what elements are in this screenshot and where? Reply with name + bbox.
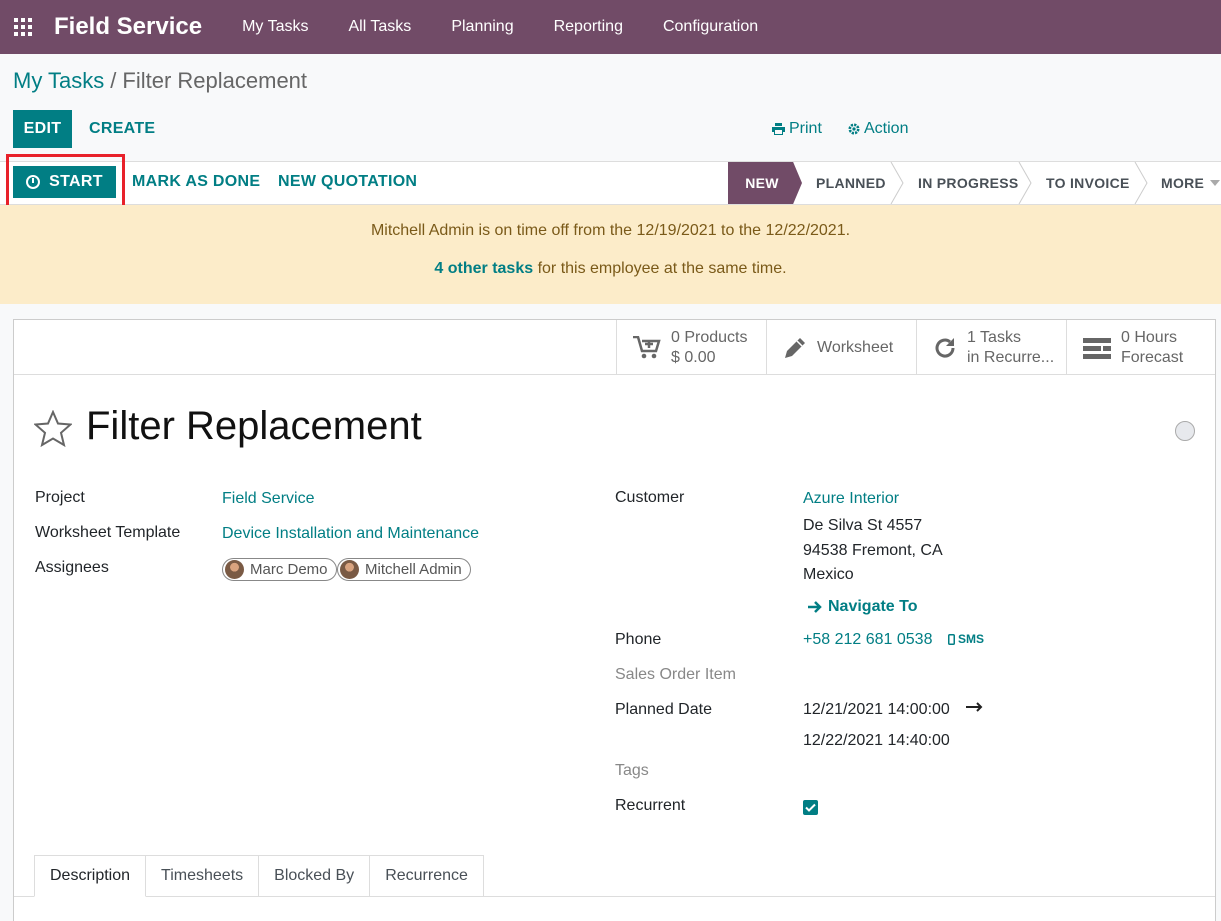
nav-reporting[interactable]: Reporting (534, 0, 643, 54)
customer-address-line: 94538 Fremont, CA (803, 542, 943, 559)
alert-other-tasks: 4 other tasks for this employee at the s… (0, 260, 1221, 278)
breadcrumb-current: Filter Replacement (122, 68, 308, 93)
cart-plus-icon (633, 335, 661, 358)
breadcrumb-parent[interactable]: My Tasks (13, 68, 104, 93)
stage-separator (1018, 161, 1032, 205)
stage-more-dropdown[interactable]: MORE (1161, 162, 1221, 204)
avatar (225, 560, 244, 579)
alert-other-tasks-text: for this employee at the same time. (533, 260, 787, 277)
planned-date-end[interactable]: 12/22/2021 14:40:00 (803, 732, 950, 750)
print-icon (772, 123, 785, 135)
print-label: Print (789, 120, 822, 137)
recurrent-checkbox[interactable] (803, 800, 818, 815)
assignee-name: Mitchell Admin (365, 561, 462, 578)
phone-label: Phone (615, 631, 662, 648)
star-icon[interactable] (34, 410, 72, 448)
stage-separator (1134, 161, 1148, 205)
project-label: Project (35, 489, 85, 506)
sales-order-item-label: Sales Order Item (615, 666, 736, 683)
stage-to-invoice[interactable]: TO INVOICE (1046, 162, 1130, 204)
form-sheet: 0 Products $ 0.00 Worksheet 1 Tasks in Rec… (13, 319, 1216, 921)
task-title[interactable]: Filter Replacement (86, 404, 422, 449)
stage-planned[interactable]: PLANNED (816, 162, 886, 204)
assignee-tag[interactable]: Marc Demo (222, 558, 337, 581)
phone-value[interactable]: +58 212 681 0538 (803, 631, 932, 649)
smart-buttons-row: 0 Products $ 0.00 Worksheet 1 Tasks in Rec… (14, 320, 1215, 375)
worksheet-template-label: Worksheet Template (35, 524, 181, 541)
tab-description[interactable]: Description (34, 855, 147, 897)
assignee-tag[interactable]: Mitchell Admin (337, 558, 471, 581)
app-brand[interactable]: Field Service (54, 13, 202, 41)
tab-blocked-by[interactable]: Blocked By (259, 855, 371, 897)
nav-my-tasks[interactable]: My Tasks (222, 0, 328, 54)
tasks-list-icon (1083, 337, 1111, 359)
notebook-tabs: Description Timesheets Blocked By Recurr… (34, 855, 484, 897)
check-icon (805, 803, 816, 812)
nav-configuration[interactable]: Configuration (643, 0, 778, 54)
breadcrumb-separator: / (110, 68, 117, 93)
arrow-right-icon (808, 601, 822, 613)
products-count: 0 Products (671, 328, 748, 346)
assignees-label: Assignees (35, 559, 109, 576)
top-navbar: Field Service My Tasks All Tasks Plannin… (0, 0, 1221, 54)
assignee-name: Marc Demo (250, 561, 328, 578)
navigate-to-button[interactable]: Navigate To (808, 598, 918, 616)
mobile-icon (948, 633, 955, 645)
tasks-count: 1 Tasks (967, 328, 1021, 346)
project-value[interactable]: Field Service (222, 490, 314, 508)
navigate-label: Navigate To (828, 598, 918, 615)
planned-date-start[interactable]: 12/21/2021 14:00:00 (803, 701, 950, 719)
customer-address-line: De Silva St 4557 (803, 517, 923, 534)
stage-separator (890, 161, 904, 205)
other-tasks-link[interactable]: 4 other tasks (434, 260, 533, 277)
pencil-icon (785, 337, 805, 358)
new-quotation-button[interactable]: NEW QUOTATION (278, 166, 417, 198)
tasks-recurrence-smart-button[interactable]: 1 Tasks in Recurre... (916, 320, 1066, 375)
products-smart-button[interactable]: 0 Products $ 0.00 (616, 320, 766, 375)
sms-button[interactable]: SMS (948, 632, 984, 646)
hours-count: 0 Hours (1121, 328, 1178, 346)
tab-recurrence[interactable]: Recurrence (370, 855, 484, 897)
recurrent-label: Recurrent (615, 797, 686, 814)
time-off-alert: Mitchell Admin is on time off from the 1… (0, 205, 1221, 304)
customer-address-line: Mexico (803, 566, 854, 583)
apps-menu-icon[interactable] (0, 0, 46, 54)
hours-forecast-smart-button[interactable]: 0 Hours Forecast (1066, 320, 1216, 375)
planned-date-label: Planned Date (615, 701, 712, 718)
products-amount: $ 0.00 (671, 348, 716, 366)
nav-all-tasks[interactable]: All Tasks (328, 0, 431, 54)
stage-more-label: MORE (1161, 175, 1205, 191)
kanban-state-indicator[interactable] (1175, 421, 1195, 441)
sms-label: SMS (958, 632, 985, 646)
caret-down-icon (1210, 180, 1221, 186)
gear-icon (848, 123, 860, 135)
worksheet-smart-button[interactable]: Worksheet (766, 320, 916, 375)
tags-label: Tags (615, 762, 649, 779)
action-label: Action (864, 120, 909, 137)
tasks-sub: in Recurre... (967, 348, 1055, 366)
alert-time-off-text: Mitchell Admin is on time off from the 1… (370, 222, 851, 239)
breadcrumb: My Tasks / Filter Replacement (13, 68, 307, 94)
worksheet-label: Worksheet (817, 338, 894, 356)
tab-timesheets[interactable]: Timesheets (146, 855, 260, 897)
nav-planning[interactable]: Planning (431, 0, 533, 54)
action-button[interactable]: Action (848, 110, 908, 148)
customer-label: Customer (615, 489, 685, 506)
refresh-icon (935, 337, 955, 357)
mark-as-done-button[interactable]: MARK AS DONE (132, 166, 260, 198)
worksheet-template-value[interactable]: Device Installation and Maintenance (222, 525, 479, 543)
customer-name[interactable]: Azure Interior (803, 490, 899, 508)
long-arrow-right-icon (966, 702, 983, 712)
hours-sub: Forecast (1121, 348, 1184, 366)
stage-new[interactable]: NEW (728, 162, 802, 204)
create-button[interactable]: CREATE (89, 110, 155, 148)
edit-button[interactable]: EDIT (13, 110, 72, 148)
print-button[interactable]: Print (772, 110, 822, 148)
avatar (340, 560, 359, 579)
stage-in-progress[interactable]: IN PROGRESS (918, 162, 1019, 204)
